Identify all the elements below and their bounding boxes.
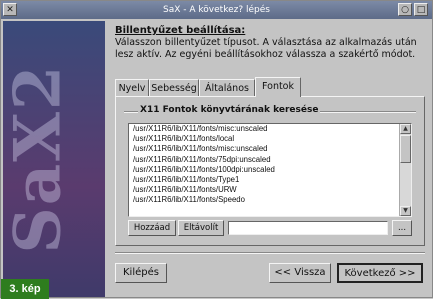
figure-label: 3. kép xyxy=(1,279,49,299)
list-scrollbar[interactable]: ▲ ▼ xyxy=(399,124,411,216)
list-item[interactable]: /usr/X11R6/lib/X11/fonts/misc:unscaled xyxy=(129,124,411,134)
fonts-group-title: X11 Fontok könyvtárának keresése xyxy=(138,105,321,115)
list-item[interactable]: /usr/X11R6/lib/X11/fonts/Type1 xyxy=(129,175,411,185)
font-path-list[interactable]: /usr/X11R6/lib/X11/fonts/misc:unscaled /… xyxy=(128,123,412,217)
browse-button[interactable]: ... xyxy=(392,220,412,236)
sax-window: ✕ SaX - A következ? lépés ○ □ SaX2 3. ké… xyxy=(0,0,433,299)
list-item[interactable]: /usr/X11R6/lib/X11/fonts/local xyxy=(129,134,411,144)
sax2-logo: SaX2 xyxy=(3,63,76,254)
list-item[interactable]: /usr/X11R6/lib/X11/fonts/misc:unscaled xyxy=(129,144,411,154)
list-item[interactable]: /usr/X11R6/lib/X11/fonts/75dpi:unscaled xyxy=(129,155,411,165)
fonts-panel: X11 Fontok könyvtárának keresése /usr/X1… xyxy=(115,96,425,246)
back-button[interactable]: << Vissza xyxy=(269,263,331,283)
page-heading: Billentyűzet beállítása: xyxy=(115,25,246,36)
page-description: Válasszon billentyűzet típusot. A válasz… xyxy=(115,37,417,60)
window-title: SaX - A következ? lépés xyxy=(163,5,270,15)
exit-button[interactable]: Kilépés xyxy=(115,263,167,283)
tab-altalanos[interactable]: Általános xyxy=(199,79,255,97)
tab-fontok[interactable]: Fontok xyxy=(255,77,301,97)
font-path-input[interactable] xyxy=(228,221,388,235)
scroll-thumb[interactable] xyxy=(400,135,411,163)
list-item[interactable]: /usr/X11R6/lib/X11/fonts/100dpi:unscaled xyxy=(129,165,411,175)
minimize-icon[interactable]: ○ xyxy=(398,3,412,16)
scroll-up-icon[interactable]: ▲ xyxy=(400,124,411,134)
sax2-logo-panel: SaX2 xyxy=(3,21,105,297)
add-button[interactable]: Hozzáad xyxy=(128,220,176,236)
scroll-down-icon[interactable]: ▼ xyxy=(400,206,411,216)
tab-sebesseg[interactable]: Sebesség xyxy=(149,79,199,97)
close-icon[interactable]: ✕ xyxy=(3,3,17,16)
next-button[interactable]: Következő >> xyxy=(337,263,423,283)
list-item[interactable]: /usr/X11R6/lib/X11/fonts/URW xyxy=(129,185,411,195)
footer-divider xyxy=(115,252,425,254)
title-bar[interactable]: ✕ SaX - A következ? lépés ○ □ xyxy=(1,1,432,19)
maximize-icon[interactable]: □ xyxy=(414,3,428,16)
list-item[interactable]: /usr/X11R6/lib/X11/fonts/Speedo xyxy=(129,195,411,205)
remove-button[interactable]: Eltávolít xyxy=(178,220,224,236)
tab-nyelv[interactable]: Nyelv xyxy=(115,79,149,97)
